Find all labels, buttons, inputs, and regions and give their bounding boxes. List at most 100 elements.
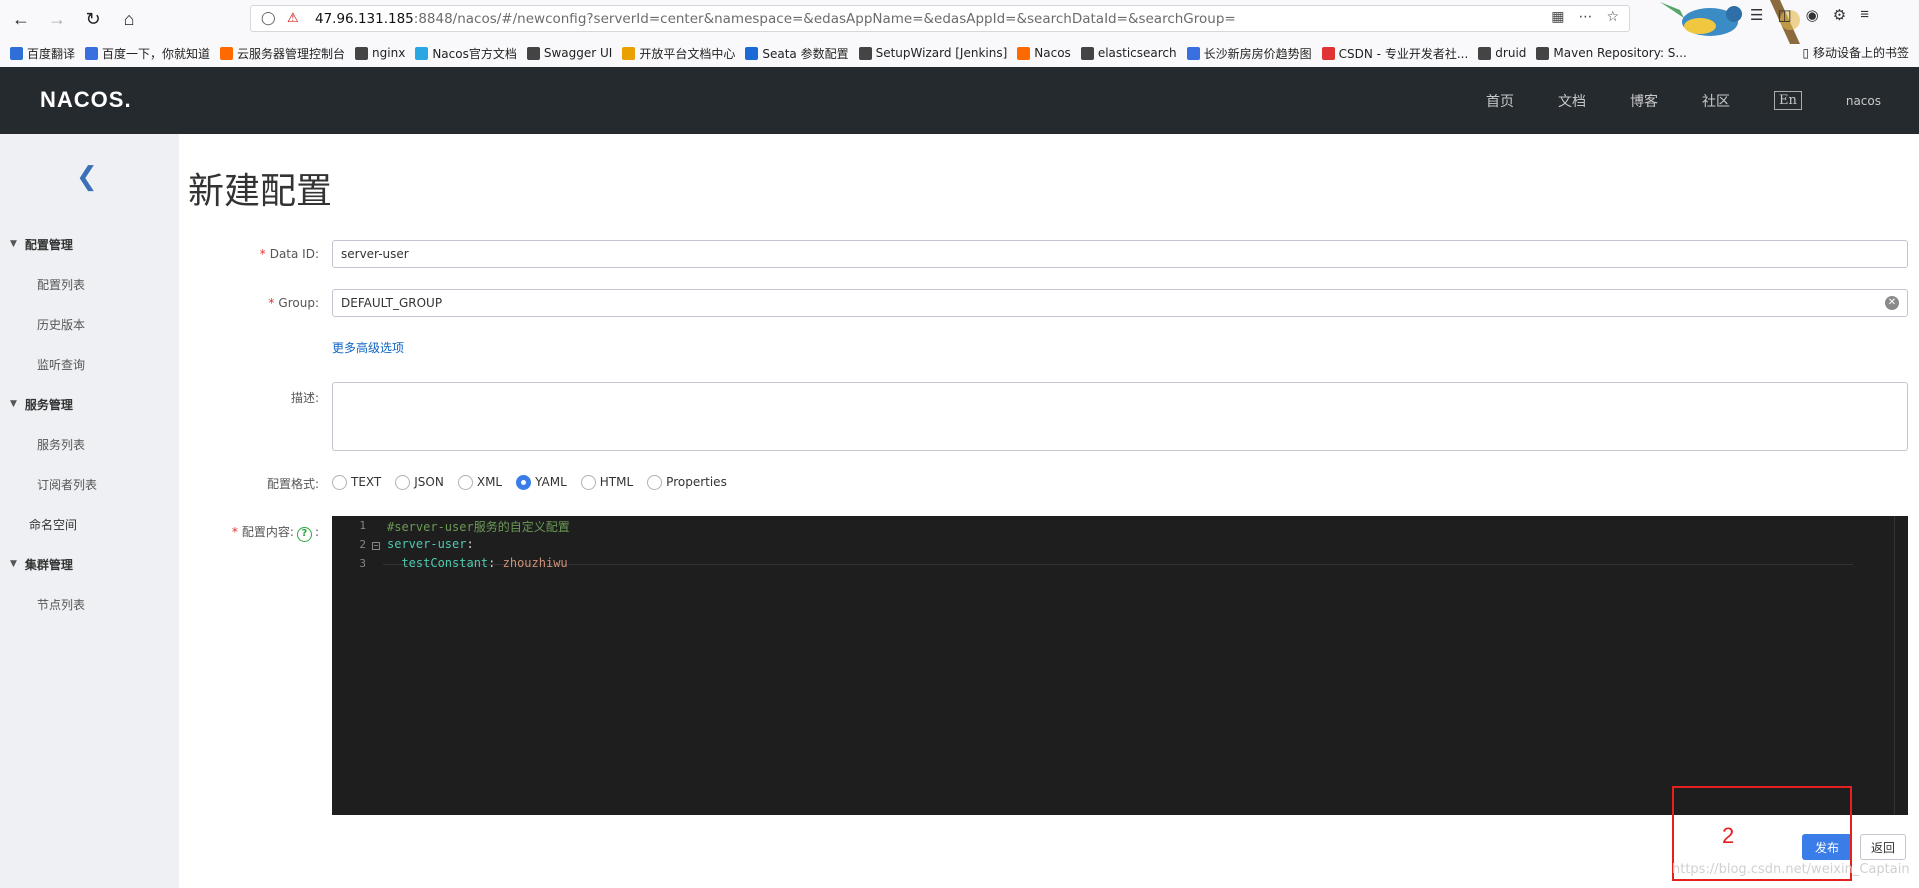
mobile-bookmarks[interactable]: ▯ 移动设备上的书签 bbox=[1803, 44, 1909, 61]
bookmark-item[interactable]: Nacos官方文档 bbox=[415, 45, 517, 62]
collapse-sidebar-icon[interactable]: ❮ bbox=[76, 162, 98, 192]
back-button[interactable]: 返回 bbox=[1860, 834, 1906, 860]
globe-icon bbox=[355, 46, 369, 60]
bookmark-item[interactable]: druid bbox=[1478, 46, 1526, 60]
url-actions: ▦ ⋯ ☆ bbox=[1551, 9, 1619, 25]
extension-icon[interactable]: ⚙ bbox=[1833, 6, 1846, 24]
page-title: 新建配置 bbox=[188, 171, 333, 212]
radio-label: JSON bbox=[414, 475, 444, 489]
globe-icon bbox=[1478, 46, 1492, 60]
sidebar-item-label: 服务列表 bbox=[37, 437, 86, 452]
format-radio-json[interactable]: JSON bbox=[395, 474, 444, 490]
bookmark-item[interactable]: CSDN - 专业开发者社... bbox=[1321, 45, 1469, 62]
user-name[interactable]: nacos bbox=[1846, 94, 1881, 108]
bookmarks-bar: 百度翻译 百度一下，你就知道 云服务器管理控制台 nginx Nacos官方文档 Swag… bbox=[0, 40, 1919, 66]
bookmark-label: elasticsearch bbox=[1097, 46, 1177, 60]
url-path: :8848/nacos/#/newconfig?serverId=center&… bbox=[413, 10, 1236, 27]
shield-icon[interactable]: ◯ bbox=[261, 11, 276, 26]
bookmark-item[interactable]: Seata 参数配置 bbox=[745, 45, 849, 62]
advanced-options-link[interactable]: 更多高级选项 bbox=[332, 339, 404, 356]
bookmark-item[interactable]: 开放平台文档中心 bbox=[622, 45, 735, 62]
radio-circle[interactable] bbox=[332, 474, 347, 490]
sidebar-item[interactable]: 监听查询 bbox=[0, 344, 179, 384]
radio-circle[interactable] bbox=[580, 474, 596, 490]
radio-circle[interactable] bbox=[647, 474, 663, 490]
radio-circle[interactable] bbox=[395, 474, 411, 490]
bookmark-item[interactable]: 云服务器管理控制台 bbox=[220, 45, 345, 62]
forward-arrow-icon[interactable]: → bbox=[42, 4, 72, 34]
bookmark-item[interactable]: 长沙新房房价趋势图 bbox=[1186, 45, 1312, 62]
radio-label: Properties bbox=[666, 475, 727, 489]
bookmark-item[interactable]: elasticsearch bbox=[1080, 46, 1177, 60]
description-textarea[interactable] bbox=[332, 382, 1908, 451]
bookmark-item[interactable]: Swagger UI bbox=[526, 46, 612, 60]
nav-blog[interactable]: 博客 bbox=[1630, 91, 1658, 111]
editor-scrollbar[interactable] bbox=[1894, 516, 1908, 815]
radio-label: XML bbox=[476, 475, 503, 489]
radio-circle[interactable] bbox=[457, 474, 473, 490]
sidebar-item[interactable]: ▼ 集群管理 bbox=[0, 544, 179, 584]
radio-circle[interactable] bbox=[516, 474, 532, 490]
help-icon[interactable]: ? bbox=[296, 527, 312, 542]
bookmark-label: CSDN - 专业开发者社... bbox=[1338, 46, 1469, 61]
format-radio-html[interactable]: HTML bbox=[580, 474, 634, 490]
home-icon[interactable]: ⌂ bbox=[114, 4, 144, 34]
bookmark-item[interactable]: SetupWizard [Jenkins] bbox=[858, 46, 1007, 60]
address-bar[interactable]: ◯ ⚠ 47.96.131.185:8848/nacos/#/newconfig… bbox=[250, 5, 1630, 32]
aliyun-icon bbox=[220, 46, 234, 60]
radio-label: HTML bbox=[599, 475, 634, 489]
sidebar-item[interactable]: ▼ 服务管理 bbox=[0, 384, 179, 424]
app-header: NACOS. 首页 文档 博客 社区 En nacos bbox=[0, 67, 1919, 134]
mobile-icon: ▯ bbox=[1802, 46, 1810, 60]
sidebar-item[interactable]: 节点列表 bbox=[0, 584, 179, 624]
group-label: * Group: bbox=[268, 296, 319, 310]
reload-icon[interactable]: ↻ bbox=[78, 4, 108, 34]
menu-icon[interactable]: ≡ bbox=[1860, 6, 1869, 24]
account-icon[interactable]: ◉ bbox=[1806, 6, 1819, 24]
bookmark-star-icon[interactable]: ☆ bbox=[1606, 9, 1619, 25]
bookmark-item[interactable]: Nacos bbox=[1017, 46, 1071, 60]
group-input[interactable]: DEFAULT_GROUP ✕ bbox=[332, 289, 1908, 317]
insecure-lock-icon[interactable]: ⚠ bbox=[287, 11, 299, 26]
format-radio-text[interactable]: TEXT bbox=[332, 474, 381, 490]
language-switch[interactable]: En bbox=[1773, 91, 1802, 110]
sidebar-item[interactable]: 订阅者列表 bbox=[0, 464, 179, 504]
code-line-1: #server-user服务的自定义配置 bbox=[387, 520, 570, 534]
sidebar-item[interactable]: 服务列表 bbox=[0, 424, 179, 464]
sidebar-item[interactable]: ▼ 配置管理 bbox=[0, 224, 179, 264]
data-id-input[interactable]: server-user bbox=[332, 240, 1908, 268]
qr-code-icon[interactable]: ▦ bbox=[1551, 9, 1564, 25]
nav-home[interactable]: 首页 bbox=[1486, 91, 1514, 111]
line-number: 2 bbox=[359, 538, 366, 551]
bookmark-item[interactable]: Maven Repository: S... bbox=[1536, 46, 1687, 60]
library-icon[interactable]: ☰ bbox=[1750, 6, 1763, 24]
clear-icon[interactable]: ✕ bbox=[1885, 296, 1899, 310]
csdn-icon bbox=[1321, 46, 1335, 60]
bookmark-item[interactable]: 百度翻译 bbox=[10, 45, 75, 62]
sidebar-item[interactable]: 配置列表 bbox=[0, 264, 179, 304]
sidebar-item[interactable]: 历史版本 bbox=[0, 304, 179, 344]
bookmark-label: nginx bbox=[372, 46, 406, 60]
format-radio-properties[interactable]: Properties bbox=[647, 474, 727, 490]
globe-icon bbox=[526, 46, 540, 60]
more-actions-icon[interactable]: ⋯ bbox=[1578, 9, 1592, 25]
fold-toggle-icon[interactable]: − bbox=[372, 542, 380, 550]
format-radio-yaml[interactable]: YAML bbox=[516, 474, 567, 490]
bookmark-item[interactable]: nginx bbox=[355, 46, 405, 60]
sidebar-icon[interactable]: ◫ bbox=[1777, 6, 1791, 24]
bookmark-label: 百度一下，你就知道 bbox=[102, 46, 211, 61]
back-arrow-icon[interactable]: ← bbox=[6, 4, 36, 34]
watermark: https://blog.csdn.net/weixin_Captain bbox=[1672, 862, 1910, 877]
code-line-3: testConstant: zhouzhiwu bbox=[401, 556, 568, 570]
format-radio-xml[interactable]: XML bbox=[457, 474, 503, 490]
nacos-logo[interactable]: NACOS. bbox=[40, 87, 132, 113]
aliyun-icon bbox=[1017, 46, 1031, 60]
radio-label: YAML bbox=[535, 475, 567, 489]
sidebar-item[interactable]: 命名空间 bbox=[0, 504, 179, 544]
description-label: 描述: bbox=[290, 391, 319, 405]
nav-docs[interactable]: 文档 bbox=[1558, 91, 1586, 111]
bookmark-label: 云服务器管理控制台 bbox=[237, 46, 346, 61]
nav-community[interactable]: 社区 bbox=[1702, 91, 1730, 111]
bookmark-item[interactable]: 百度一下，你就知道 bbox=[85, 45, 210, 62]
config-code-editor[interactable]: 1 2 3 − #server-user服务的自定义配置 server-user… bbox=[332, 516, 1908, 815]
